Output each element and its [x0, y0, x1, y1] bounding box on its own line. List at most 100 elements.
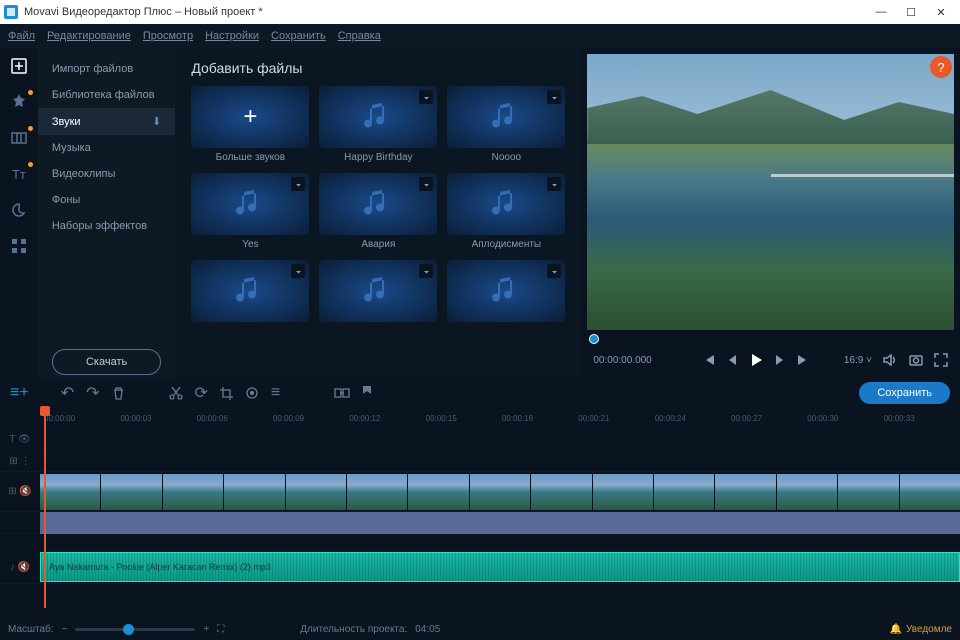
menu-view[interactable]: Просмотр	[143, 30, 193, 42]
tile-label: Noooo	[492, 152, 521, 163]
prev-clip-icon[interactable]	[702, 353, 716, 367]
tile-download-icon[interactable]	[547, 177, 561, 191]
transitions-tool-icon[interactable]	[9, 128, 29, 148]
filters-tool-icon[interactable]	[9, 92, 29, 112]
menu-save[interactable]: Сохранить	[271, 30, 326, 42]
color-icon[interactable]	[245, 386, 259, 400]
duration-label: Длительность проекта:	[300, 624, 407, 635]
delete-icon[interactable]	[112, 387, 125, 400]
sidebar: Импорт файлов Библиотека файлов Звуки⬇ М…	[38, 48, 176, 378]
tile-download-icon[interactable]	[547, 90, 561, 104]
sound-tile[interactable]: Аплодисменты	[447, 173, 565, 250]
next-clip-icon[interactable]	[796, 353, 810, 367]
cut-icon[interactable]	[169, 386, 183, 400]
zoom-in-icon[interactable]: +	[203, 624, 209, 635]
tile-download-icon[interactable]	[419, 177, 433, 191]
sound-tile[interactable]	[319, 260, 437, 326]
sidebar-item-videoclips[interactable]: Видеоклипы	[38, 161, 176, 187]
close-button[interactable]: ✕	[934, 5, 948, 19]
import-tool-icon[interactable]	[9, 56, 29, 76]
menu-file[interactable]: Файл	[8, 30, 35, 42]
timeline-tracks: T 👁 ⊞ ⋮ ⊞ 🔇 ♪ 🔇 Aya Nakamura - Pookie (A…	[0, 428, 960, 630]
app-icon	[4, 5, 18, 19]
bell-icon: 🔔	[890, 624, 902, 635]
window-title: Movavi Видеоредактор Плюс – Новый проект…	[24, 6, 263, 18]
status-bar: Масштаб: − + ⛶ Длительность проекта: 04:…	[0, 618, 960, 640]
playhead[interactable]	[44, 408, 46, 608]
linked-audio-track[interactable]	[40, 512, 960, 534]
sidebar-item-import-files[interactable]: Импорт файлов	[38, 56, 176, 82]
scrub-bar[interactable]	[587, 334, 954, 342]
tool-strip: Tт	[0, 48, 38, 378]
crop-icon[interactable]	[220, 387, 233, 400]
prev-frame-icon[interactable]	[726, 354, 738, 366]
next-frame-icon[interactable]	[774, 354, 786, 366]
video-track-head[interactable]: ⊞ 🔇	[0, 486, 40, 497]
plus-icon: +	[243, 103, 257, 131]
scale-label: Масштаб:	[8, 624, 54, 635]
help-button[interactable]: ?	[930, 56, 952, 78]
titles-tool-icon[interactable]: Tт	[9, 164, 29, 184]
aspect-ratio-button[interactable]: 16:9 ˅	[844, 355, 872, 366]
sound-tile[interactable]	[447, 260, 565, 326]
transition-wizard-icon[interactable]	[334, 386, 350, 400]
tile-download-icon[interactable]	[419, 90, 433, 104]
stickers-tool-icon[interactable]	[9, 200, 29, 220]
duration-value: 04:05	[415, 624, 440, 635]
sidebar-item-music[interactable]: Музыка	[38, 135, 176, 161]
volume-icon[interactable]	[882, 352, 898, 368]
maximize-button[interactable]: ☐	[904, 5, 918, 19]
content-title: Добавить файлы	[191, 60, 565, 76]
menu-edit[interactable]: Редактирование	[47, 30, 131, 42]
menubar: Файл Редактирование Просмотр Настройки С…	[0, 24, 960, 48]
tile-download-icon[interactable]	[547, 264, 561, 278]
sound-tile[interactable]: Авария	[319, 173, 437, 250]
audio-clip[interactable]: Aya Nakamura - Pookie (Alper Karacan Rem…	[40, 552, 960, 582]
sidebar-item-backgrounds[interactable]: Фоны	[38, 187, 176, 213]
menu-settings[interactable]: Настройки	[205, 30, 259, 42]
marker-icon[interactable]	[362, 386, 374, 400]
sound-tile[interactable]: Yes	[191, 173, 309, 250]
rotate-icon[interactable]: ⟳	[195, 383, 208, 403]
sound-tile[interactable]: +Больше звуков	[191, 86, 309, 163]
sound-tile[interactable]: Noooo	[447, 86, 565, 163]
more-tool-icon[interactable]	[9, 236, 29, 256]
time-ruler[interactable]: 00:00:0000:00:0300:00:0600:00:0900:00:12…	[0, 408, 960, 428]
audio-clip-label: Aya Nakamura - Pookie (Alper Karacan Rem…	[49, 562, 271, 572]
undo-icon[interactable]: ↶	[61, 383, 74, 403]
save-button[interactable]: Сохранить	[859, 382, 950, 404]
snapshot-icon[interactable]	[908, 352, 924, 368]
play-icon[interactable]	[748, 352, 764, 368]
timeline-toolbar: ≡+ ↶ ↷ ⟳ ≡ Сохранить	[0, 378, 960, 408]
preview-panel: ? 00:00:00.000 16:9 ˅	[581, 48, 960, 378]
sidebar-item-effect-sets[interactable]: Наборы эффектов	[38, 213, 176, 239]
video-track[interactable]	[40, 473, 960, 511]
sound-tile[interactable]: Happy Birthday	[319, 86, 437, 163]
overlay-track-head[interactable]: ⊞ ⋮	[0, 456, 40, 467]
zoom-out-icon[interactable]: −	[62, 624, 68, 635]
fit-zoom-icon[interactable]: ⛶	[217, 624, 224, 635]
sidebar-item-sounds[interactable]: Звуки⬇	[38, 108, 176, 135]
minimize-button[interactable]: —	[874, 5, 888, 19]
tile-label: Yes	[242, 239, 258, 250]
sound-tile[interactable]	[191, 260, 309, 326]
audio-track-head[interactable]: ♪ 🔇	[0, 562, 40, 573]
redo-icon[interactable]: ↷	[86, 383, 99, 403]
tile-label: Happy Birthday	[344, 152, 412, 163]
sidebar-item-files-library[interactable]: Библиотека файлов	[38, 82, 176, 108]
content-panel: Добавить файлы +Больше звуков Happy Birth…	[175, 48, 581, 378]
download-button[interactable]: Скачать	[52, 349, 162, 375]
playback-time: 00:00:00.000	[593, 355, 651, 366]
video-preview[interactable]	[587, 54, 954, 330]
zoom-slider[interactable]	[75, 628, 195, 631]
tile-download-icon[interactable]	[419, 264, 433, 278]
menu-help[interactable]: Справка	[338, 30, 381, 42]
titlebar: Movavi Видеоредактор Плюс – Новый проект…	[0, 0, 960, 24]
fullscreen-icon[interactable]	[934, 353, 948, 367]
tile-download-icon[interactable]	[291, 264, 305, 278]
tile-download-icon[interactable]	[291, 177, 305, 191]
add-track-icon[interactable]: ≡+	[10, 384, 29, 402]
title-track-head[interactable]: T 👁	[0, 434, 40, 445]
notifications-button[interactable]: 🔔 Уведомле	[890, 624, 952, 635]
adjust-icon[interactable]: ≡	[271, 384, 280, 402]
